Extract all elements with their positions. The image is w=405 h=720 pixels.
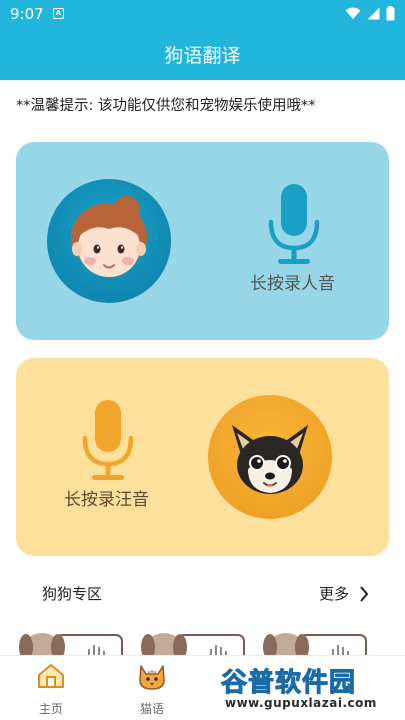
record-human-card[interactable]: 长按录人音 (16, 142, 389, 340)
dog-thumbnail[interactable] (140, 625, 250, 655)
wifi-icon (345, 7, 361, 19)
girl-avatar-icon (47, 179, 171, 303)
microphone-icon[interactable] (268, 184, 320, 266)
watermark-logo: 谷普软件园 (220, 668, 357, 699)
watermark-url: www.gupuxlazai.com (225, 696, 377, 710)
record-human-label: 长按录人音 (250, 274, 335, 294)
notification-icon: A (53, 8, 64, 19)
section-title: 狗狗专区 (42, 585, 103, 603)
more-label: 更多 (318, 585, 349, 603)
section-header: 狗狗专区 更多 (0, 583, 405, 607)
dog-thumbnails (0, 625, 405, 655)
dog-thumbnail[interactable] (18, 625, 128, 655)
more-link[interactable]: 更多 (319, 583, 369, 604)
warm-tip: **温馨提示: 该功能仅供您和宠物娱乐使用哦** (16, 98, 316, 114)
app-bar: 狗语翻译 (0, 28, 405, 80)
tab-home[interactable]: 主页 (21, 662, 81, 717)
site-watermark: 谷普软件园 www.gupuxlazai.com (220, 662, 399, 716)
status-time: 9:07 (10, 5, 44, 23)
system-icons (345, 6, 395, 21)
signal-icon (367, 7, 380, 20)
page-title: 狗语翻译 (164, 45, 241, 67)
tab-home-label: 主页 (38, 702, 63, 716)
record-dog-label: 长按录汪音 (64, 490, 149, 510)
chevron-right-icon (360, 585, 369, 602)
status-bar: 9:07 A (0, 0, 405, 28)
tab-cat-language[interactable]: 猫语 (122, 662, 182, 717)
record-dog-card[interactable]: 长按录汪音 (16, 358, 389, 556)
dog-avatar-icon (208, 395, 332, 519)
battery-icon (386, 6, 395, 21)
tab-cat-label: 猫语 (139, 702, 164, 716)
cat-icon (139, 665, 165, 690)
dog-thumbnail[interactable] (262, 625, 372, 655)
home-icon (38, 664, 64, 688)
microphone-icon[interactable] (82, 400, 134, 482)
